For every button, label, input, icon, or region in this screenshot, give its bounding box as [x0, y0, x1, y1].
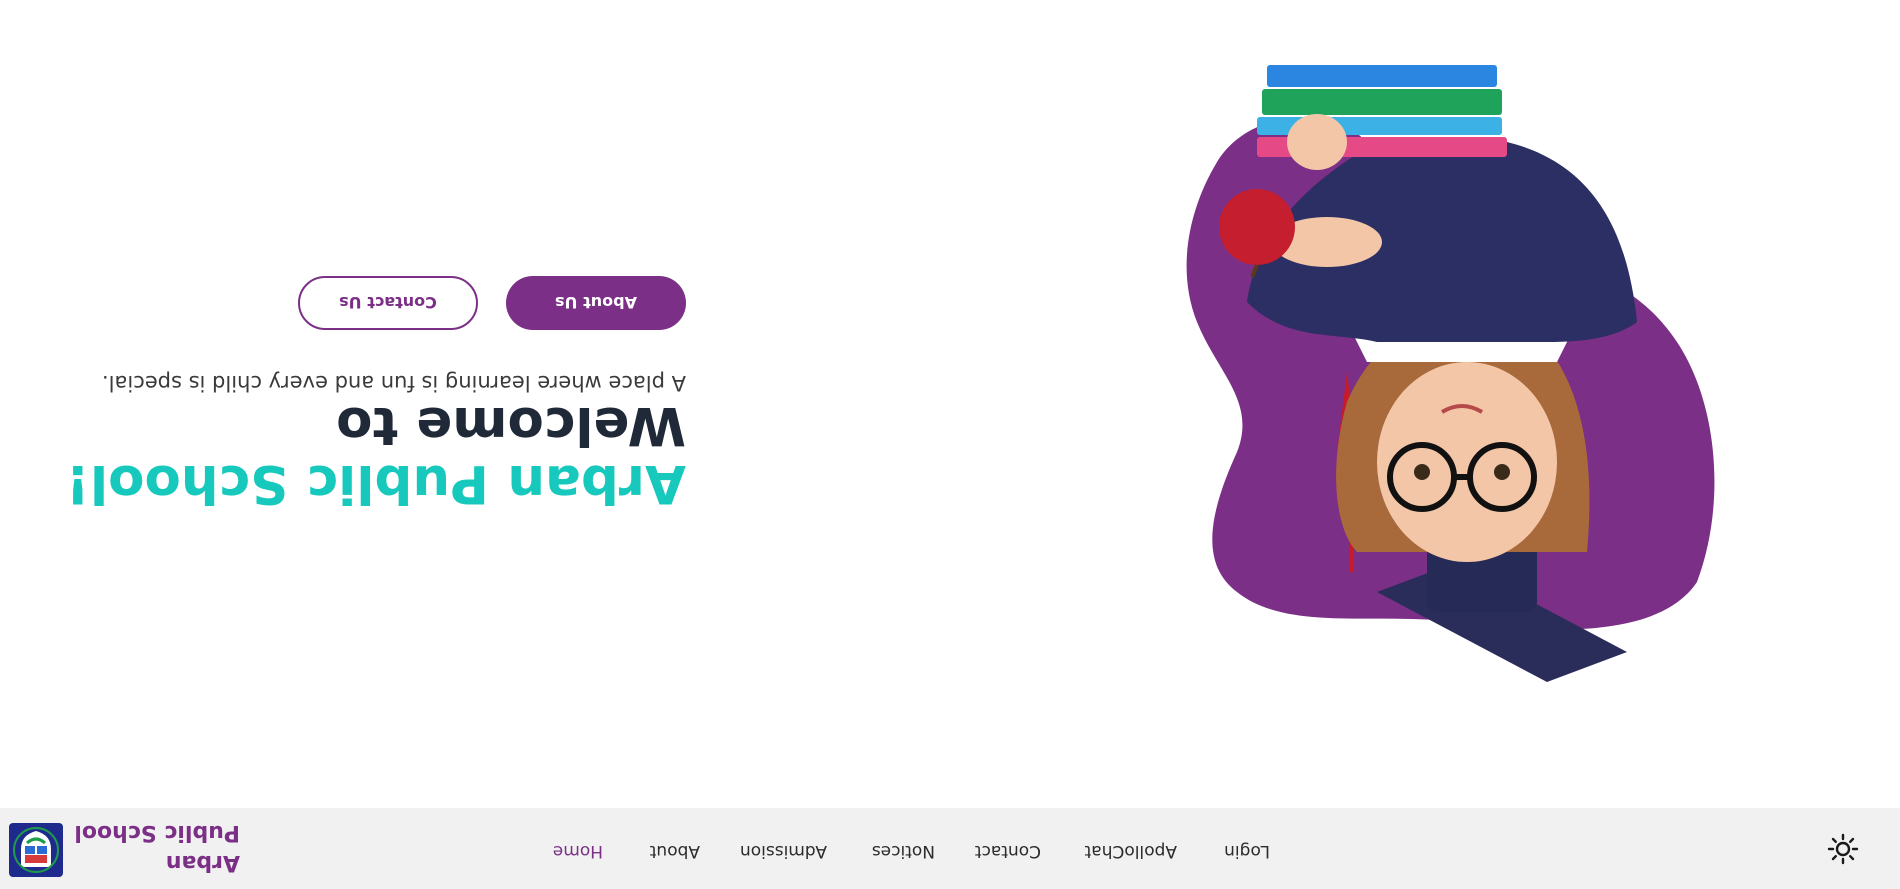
sun-icon [1827, 833, 1859, 865]
nav-link-login[interactable]: Login [1224, 841, 1270, 861]
nav-link-about[interactable]: About [650, 841, 700, 861]
hero-heading: Arban Public School! Welcome to [66, 383, 686, 514]
brand[interactable]: Arban Public School [0, 808, 245, 889]
brand-name-line1: Arban [165, 850, 240, 875]
about-us-button[interactable]: About Us [506, 276, 686, 330]
nav-link-notices[interactable]: Notices [872, 841, 935, 861]
nav-links: Login ApolloChat Contact Notices Admissi… [510, 808, 1270, 889]
hero-heading-main: Welcome to [336, 395, 686, 456]
hero-heading-accent: Arban Public School! [65, 453, 686, 514]
nav-link-admission[interactable]: Admission [740, 841, 827, 861]
school-logo [9, 823, 63, 877]
page: Arban Public School Login ApolloChat Con… [0, 0, 1900, 889]
brand-name-line2: Public School [74, 820, 240, 845]
navbar: Arban Public School Login ApolloChat Con… [0, 808, 1900, 889]
theme-toggle-button[interactable] [1827, 833, 1859, 865]
nav-link-home[interactable]: Home [553, 841, 603, 861]
brand-name: Arban Public School [70, 817, 240, 877]
contact-us-button[interactable]: Contact Us [298, 276, 478, 330]
nav-link-contact[interactable]: Contact [975, 841, 1041, 861]
nav-link-apollochat[interactable]: ApolloChat [1085, 841, 1177, 861]
hero-illustration [1137, 62, 1757, 702]
